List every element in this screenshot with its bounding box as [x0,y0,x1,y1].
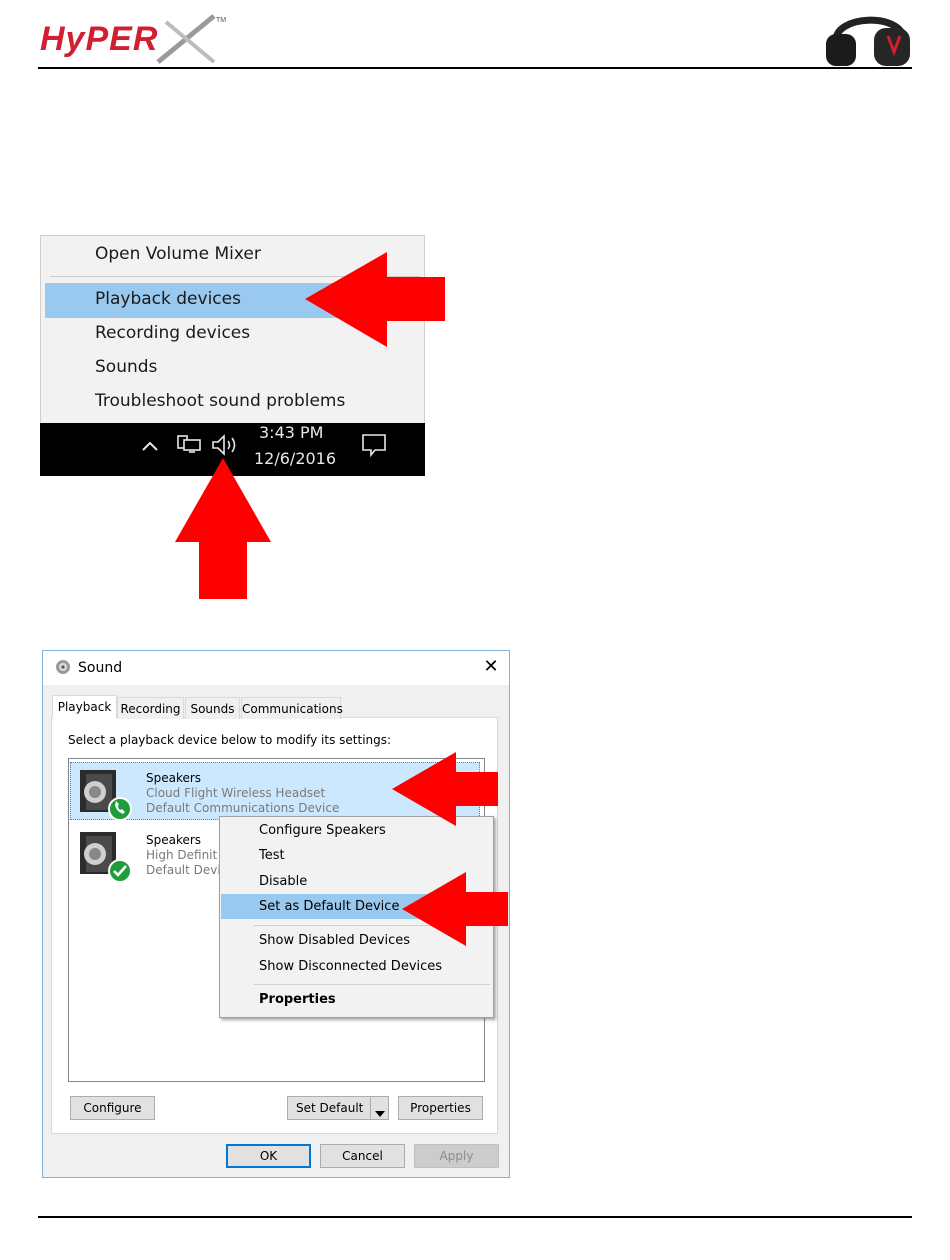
set-default-label: Set Default [296,1101,364,1115]
split-divider [370,1097,371,1119]
svg-text:HyPER: HyPER [40,20,158,58]
set-default-button[interactable]: Set Default [287,1096,389,1120]
speaker-icon[interactable] [211,433,239,457]
menu-item-set-as-default[interactable]: Set as Default Device [259,899,399,914]
configure-button[interactable]: Configure [70,1096,155,1120]
network-icon[interactable] [176,434,202,456]
menu-item-show-disabled[interactable]: Show Disabled Devices [259,933,410,948]
menu-item-show-disconnected[interactable]: Show Disconnected Devices [259,959,442,974]
red-arrow-left-icon [402,872,508,946]
menu-item-test[interactable]: Test [259,848,285,863]
menu-item-disable[interactable]: Disable [259,874,307,889]
hyperx-logo: HyPER TM [38,12,228,68]
device-1-status: Default Communications Device [146,801,340,815]
properties-button[interactable]: Properties [398,1096,483,1120]
menu-item-configure-speakers[interactable]: Configure Speakers [259,823,386,838]
taskbar-time[interactable]: 3:43 PM [259,423,323,442]
speaker-device-icon [78,766,132,822]
cancel-button[interactable]: Cancel [320,1144,405,1168]
tab-sounds[interactable]: Sounds [185,697,240,719]
footer-rule [38,1216,912,1218]
dialog-title: Sound [78,660,123,676]
tab-recording[interactable]: Recording [117,697,184,719]
action-center-icon[interactable] [360,432,388,458]
instruction-text: Select a playback device below to modify… [68,733,392,747]
device-2-status: Default Devi [146,863,221,877]
apply-button[interactable]: Apply [414,1144,499,1168]
chevron-up-icon[interactable] [140,436,160,456]
device-2-name: Speakers [146,833,202,847]
menu-item-recording-devices[interactable]: Recording devices [95,323,250,343]
speaker-app-icon [54,658,72,676]
menu-item-sounds[interactable]: Sounds [95,357,157,377]
menu-item-troubleshoot[interactable]: Troubleshoot sound problems [95,391,345,411]
tab-playback[interactable]: Playback [52,695,117,718]
header-rule [38,67,912,69]
menu-item-properties[interactable]: Properties [259,992,336,1007]
red-arrow-left-icon [305,252,445,347]
menu-separator [254,984,490,985]
dropdown-arrow-icon[interactable] [374,1104,386,1117]
speaker-device-icon [78,828,132,884]
red-arrow-left-icon [392,752,498,826]
menu-item-open-volume-mixer[interactable]: Open Volume Mixer [95,244,261,264]
red-arrow-up-icon [174,458,272,599]
device-2-description: High Definit [146,848,218,862]
ok-button[interactable]: OK [226,1144,311,1168]
svg-text:TM: TM [216,17,226,24]
headset-image [822,10,914,68]
device-1-name: Speakers [146,771,202,785]
menu-item-playback-devices[interactable]: Playback devices [95,289,241,309]
tab-communications[interactable]: Communications [241,697,343,719]
device-1-description: Cloud Flight Wireless Headset [146,786,326,800]
close-button[interactable]: ✕ [480,656,502,678]
